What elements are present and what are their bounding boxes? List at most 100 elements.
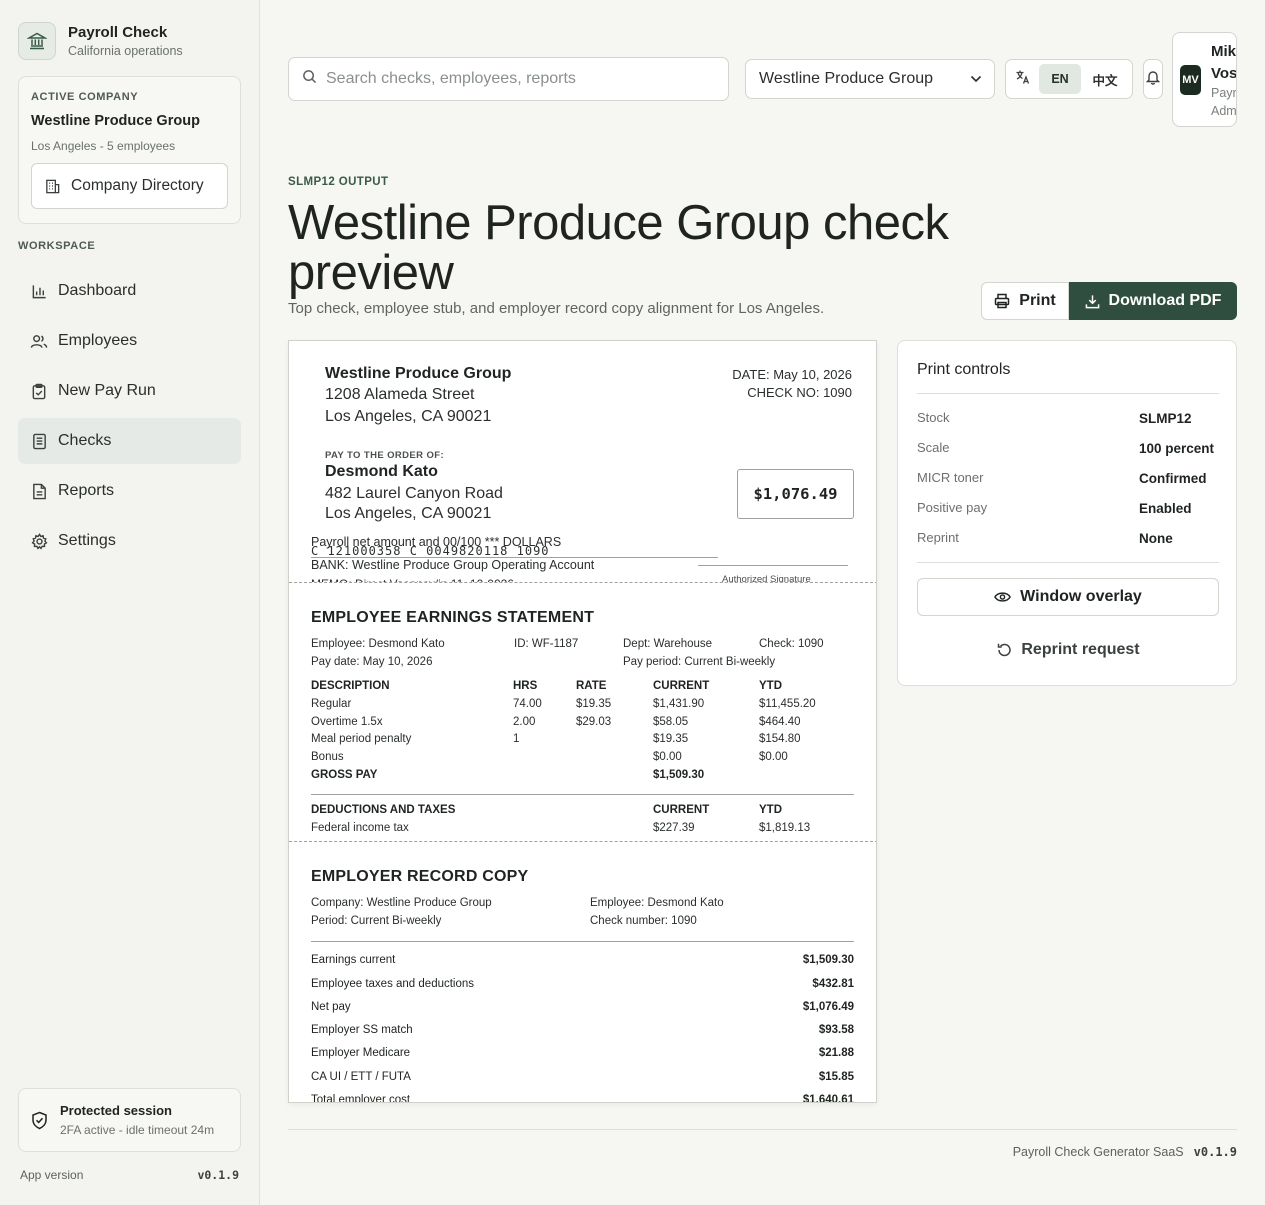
check-amount-box: $1,076.49 xyxy=(737,469,854,519)
perforation-line xyxy=(289,582,876,602)
sidebar-item-label: Settings xyxy=(58,532,116,549)
report-icon xyxy=(30,483,48,500)
clipboard-check-icon xyxy=(30,383,48,400)
print-controls-divider xyxy=(917,393,1219,394)
deduction-row-current: $227.39 xyxy=(653,822,695,834)
rotate-ccw-icon xyxy=(996,642,1012,658)
sidebar-nav: Dashboard Employees New Pay Run Checks R… xyxy=(18,268,241,568)
active-company-card: ACTIVE COMPANY Westline Produce Group Lo… xyxy=(18,76,241,224)
check-company-name: Westline Produce Group xyxy=(325,365,512,382)
record-row: Total employer cost $1,640.61 xyxy=(311,1094,854,1103)
earnings-row-ytd: $464.40 xyxy=(759,716,801,728)
language-en-button[interactable]: EN xyxy=(1039,64,1081,94)
download-pdf-button[interactable]: Download PDF xyxy=(1069,282,1237,320)
record-row-label: Total employer cost xyxy=(311,1094,411,1103)
gross-pay-value: $1,509.30 xyxy=(653,769,705,781)
bank-icon xyxy=(18,22,56,60)
earnings-row-ytd: $11,455.20 xyxy=(759,698,816,710)
earnings-row-current: $0.00 xyxy=(653,751,682,763)
record-row: Employer SS match $93.58 xyxy=(311,1024,854,1036)
sidebar-item-reports[interactable]: Reports xyxy=(18,468,241,514)
record-row-label: Net pay xyxy=(311,1001,351,1013)
search-input[interactable] xyxy=(326,70,706,88)
earnings-row-description: Meal period penalty xyxy=(311,733,412,745)
active-company-meta: Los Angeles - 5 employees xyxy=(31,139,176,153)
print-controls-divider xyxy=(917,562,1219,563)
sidebar-item-employees[interactable]: Employees xyxy=(18,318,241,364)
sidebar-item-label: New Pay Run xyxy=(58,382,156,399)
app-version-label: App version xyxy=(20,1168,84,1182)
company-select[interactable]: Westline Produce Group xyxy=(745,59,995,99)
payee-address-line2: Los Angeles, CA 90021 xyxy=(325,505,492,522)
record-row-value: $1,509.30 xyxy=(802,954,854,966)
earnings-row-rate: $29.03 xyxy=(576,716,612,728)
sidebar-item-checks[interactable]: Checks xyxy=(18,418,241,464)
active-company-name: Westline Produce Group xyxy=(31,113,200,129)
notifications-button[interactable] xyxy=(1143,59,1163,99)
earnings-row-hours: 74.00 xyxy=(513,698,542,710)
page-title: Westline Produce Group check preview xyxy=(288,196,949,300)
earnings-row-description: Bonus xyxy=(311,751,344,763)
check-number: CHECK NO: 1090 xyxy=(747,385,852,400)
reprint-request-label: Reprint request xyxy=(1021,641,1140,658)
bar-chart-icon xyxy=(30,283,48,300)
record-period: Period: Current Bi-weekly xyxy=(311,915,442,927)
earnings-row-ytd: $154.80 xyxy=(759,733,801,745)
search-bar[interactable] xyxy=(288,57,729,101)
earnings-header-description: DESCRIPTION xyxy=(311,680,390,692)
stub-divider xyxy=(311,794,854,795)
sidebar: Payroll Check California operations ACTI… xyxy=(0,0,260,1205)
control-label: MICR toner xyxy=(917,470,984,485)
window-overlay-button[interactable]: Window overlay xyxy=(917,578,1219,616)
stub-employee-id: ID: WF-1187 xyxy=(514,638,579,650)
record-row-value: $1,076.49 xyxy=(802,1001,854,1013)
record-title: EMPLOYER RECORD COPY xyxy=(311,868,529,885)
company-directory-button[interactable]: Company Directory xyxy=(31,163,228,209)
gear-icon xyxy=(30,532,48,550)
print-button[interactable]: Print xyxy=(981,282,1069,320)
sidebar-item-settings[interactable]: Settings xyxy=(18,518,241,564)
earnings-row-description: Overtime 1.5x xyxy=(311,716,383,728)
sidebar-item-label: Employees xyxy=(58,332,138,349)
brand-subtitle: California operations xyxy=(68,44,183,58)
sidebar-item-label: Dashboard xyxy=(58,282,137,299)
reprint-request-button[interactable]: Reprint request xyxy=(917,631,1219,669)
print-controls-title: Print controls xyxy=(917,361,1011,378)
earnings-row-hours: 2.00 xyxy=(513,716,536,728)
deduction-row-ytd: $1,819.13 xyxy=(759,822,811,834)
control-label: Scale xyxy=(917,440,950,455)
company-select-value: Westline Produce Group xyxy=(759,70,934,87)
bell-icon xyxy=(1145,69,1161,90)
app-version: App version v0.1.9 xyxy=(20,1168,239,1182)
search-icon xyxy=(302,69,317,89)
control-label: Stock xyxy=(917,410,950,425)
earnings-row-current: $19.35 xyxy=(653,733,689,745)
payee-name: Desmond Kato xyxy=(325,463,438,480)
app-version-value: v0.1.9 xyxy=(197,1168,239,1182)
stub-department: Dept: Warehouse xyxy=(623,638,713,650)
record-row: Net pay $1,076.49 xyxy=(311,1001,854,1013)
sidebar-item-dashboard[interactable]: Dashboard xyxy=(18,268,241,314)
page-subtitle: Top check, employee stub, and employer r… xyxy=(288,300,825,317)
user-menu[interactable]: MV Mika Voss Payroll Admin xyxy=(1172,32,1237,127)
micr-line: C 121000358 C 0049820118 1090 xyxy=(311,544,550,558)
print-controls-panel: Print controls Stock SLMP12 Scale 100 pe… xyxy=(897,340,1237,686)
print-label: Print xyxy=(1019,292,1056,309)
deductions-header-description: DEDUCTIONS AND TAXES xyxy=(311,804,456,816)
language-zh-button[interactable]: 中文 xyxy=(1085,64,1125,94)
record-row-value: $21.88 xyxy=(818,1047,854,1059)
earnings-header-current: CURRENT xyxy=(653,680,710,692)
control-label: Positive pay xyxy=(917,500,988,515)
record-row-value: $1,640.61 xyxy=(802,1094,854,1103)
download-pdf-label: Download PDF xyxy=(1108,292,1222,309)
record-row: Employee taxes and deductions $432.81 xyxy=(311,978,854,990)
stub-pay-date: Pay date: May 10, 2026 xyxy=(311,656,433,668)
record-row-label: Earnings current xyxy=(311,954,396,966)
users-icon xyxy=(30,333,48,350)
eye-icon xyxy=(994,591,1012,603)
brand-title: Payroll Check xyxy=(68,24,168,41)
sidebar-item-new-pay-run[interactable]: New Pay Run xyxy=(18,368,241,414)
record-row-value: $432.81 xyxy=(812,978,854,990)
record-row-label: Employee taxes and deductions xyxy=(311,978,475,990)
workspace-label: WORKSPACE xyxy=(18,240,96,252)
